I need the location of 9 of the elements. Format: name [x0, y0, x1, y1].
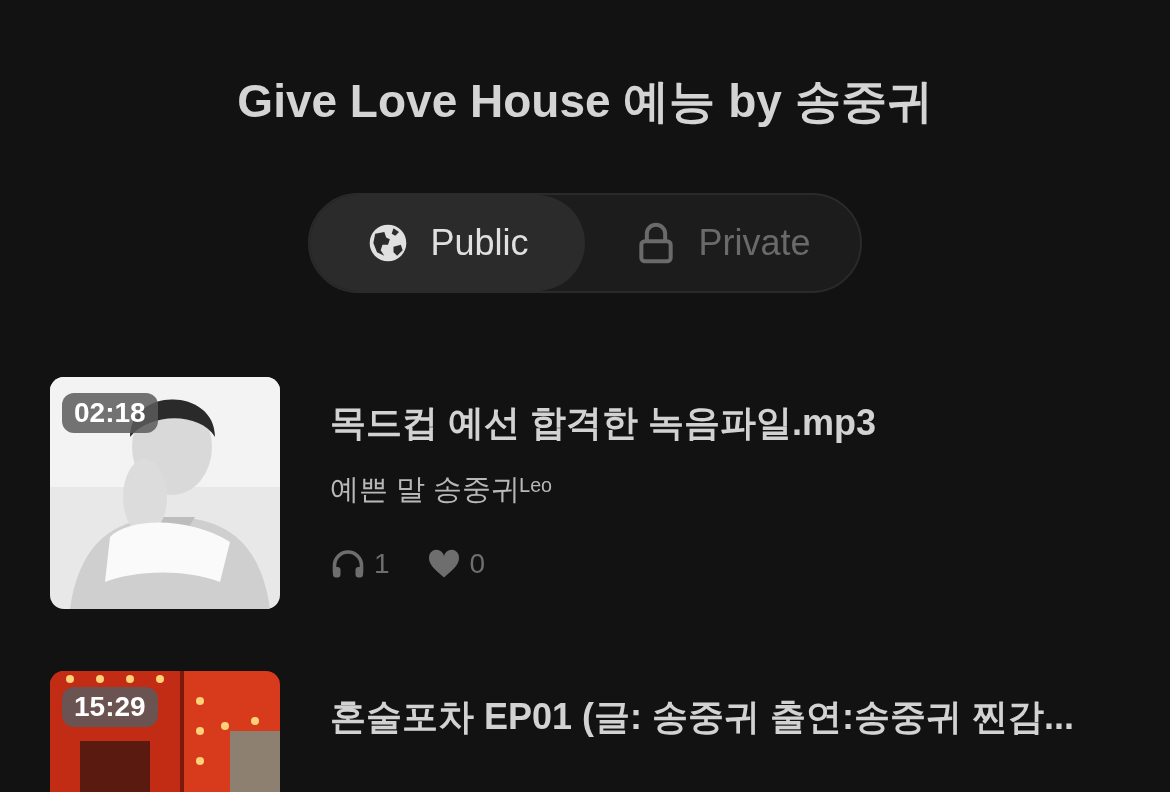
visibility-tab[interactable]: Public — [310, 195, 585, 292]
duration-badge: 15:29 — [62, 687, 158, 728]
like-count: 0 — [469, 548, 486, 581]
episode-author: 예쁜 말 송중귀ᴸᵉᵒ — [330, 472, 553, 508]
listen-count: 1 — [374, 548, 390, 581]
episode-title[interactable]: 목드컵 예선 합격한 녹음파일.mp3 — [330, 399, 877, 449]
duration-badge: 02:18 — [62, 393, 158, 434]
episode-title[interactable]: 혼술포차 EP01 (글: 송중귀 출연:송중귀 찐감... — [330, 693, 1075, 743]
page-title: Give Love House 예능 by 송중귀 — [236, 74, 934, 129]
